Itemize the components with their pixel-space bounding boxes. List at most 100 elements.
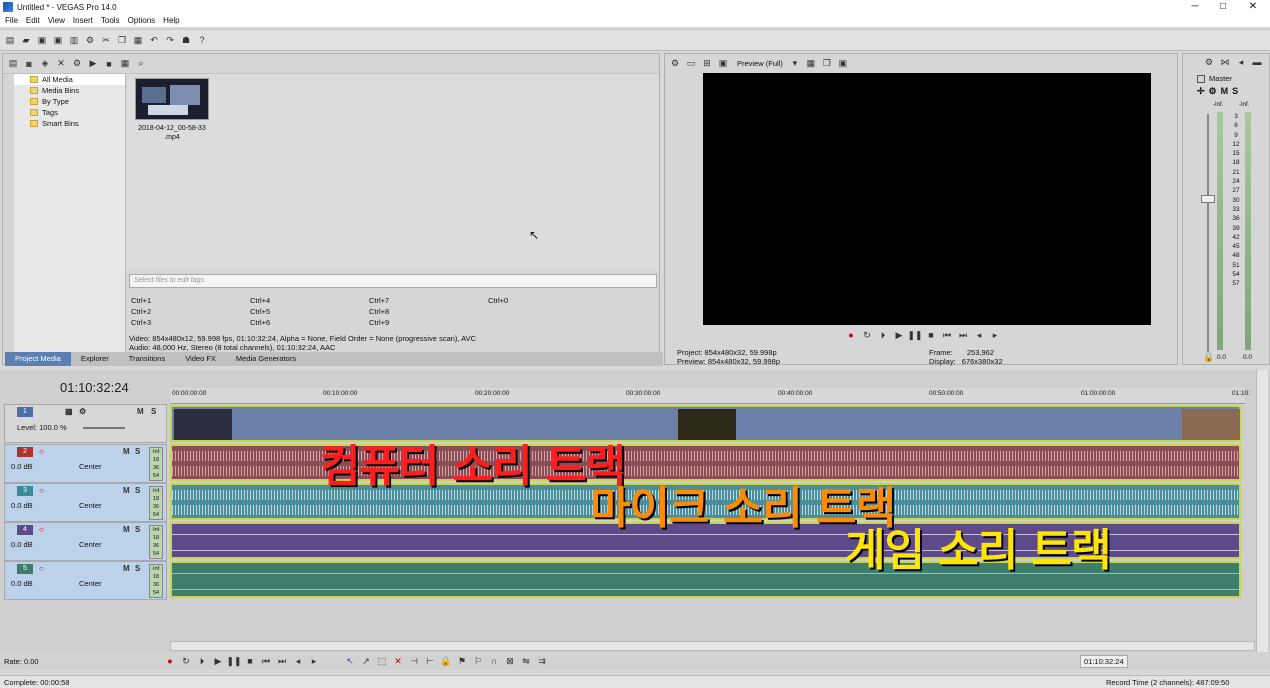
get-media-icon[interactable]: ◈ xyxy=(39,58,51,70)
pause-icon[interactable]: ❚❚ xyxy=(907,329,922,341)
stop-media-icon[interactable]: ■ xyxy=(103,58,115,70)
mute-button[interactable]: M xyxy=(123,564,130,573)
next-frame-icon[interactable]: ▸ xyxy=(989,329,1001,341)
master-fx-icon2[interactable]: ✢ xyxy=(1197,86,1205,97)
menu-tools[interactable]: Tools xyxy=(101,16,120,25)
close-button[interactable]: ✕ xyxy=(1238,0,1268,14)
render-icon[interactable]: ▥ xyxy=(68,34,80,46)
split-screen-icon[interactable]: ⊞ xyxy=(701,57,713,69)
marker-icon[interactable]: ⚑ xyxy=(456,655,468,667)
end-time-field[interactable]: 01:10:32:24 xyxy=(1080,654,1128,668)
play-from-start-icon[interactable]: ⏵ xyxy=(877,329,889,341)
prev-frame-icon[interactable]: ◂ xyxy=(292,655,304,667)
go-to-end-icon[interactable]: ⏭ xyxy=(276,655,288,667)
go-to-end-icon[interactable]: ⏭ xyxy=(957,329,969,341)
new-icon[interactable]: ▤ xyxy=(4,34,16,46)
external-monitor-icon[interactable]: ▭ xyxy=(685,57,697,69)
audio-track-header-3[interactable]: 3 ○ M S 0.0 dB Center -Inf. 18 36 54 xyxy=(4,483,167,522)
stop-icon[interactable]: ■ xyxy=(925,329,937,341)
selection-tool-icon[interactable]: ⬚ xyxy=(376,655,388,667)
solo-button[interactable]: S xyxy=(151,407,156,416)
audio-track-header-5[interactable]: 5 ○ M S 0.0 dB Center -Inf. 18 36 54 xyxy=(4,561,167,600)
pause-icon[interactable]: ❚❚ xyxy=(226,655,241,667)
menu-options[interactable]: Options xyxy=(128,16,156,25)
play-icon[interactable]: ▶ xyxy=(212,655,224,667)
video-track-header[interactable]: 1 ▦ ⚙ M S Level: 100.0 % xyxy=(4,404,167,443)
solo-button[interactable]: S xyxy=(135,525,140,534)
stop-icon[interactable]: ■ xyxy=(244,655,256,667)
tab-media-generators[interactable]: Media Generators xyxy=(226,352,306,366)
redo-icon[interactable]: ↷ xyxy=(164,34,176,46)
master-mute-icon[interactable]: ▬ xyxy=(1251,56,1263,68)
mute-button[interactable]: M xyxy=(137,407,144,416)
normal-edit-tool-icon[interactable]: ↖ xyxy=(344,655,356,667)
master-fx-icon[interactable]: ⋈ xyxy=(1219,56,1231,68)
arm-record-icon[interactable]: ○ xyxy=(39,447,44,456)
trim-icon[interactable]: ⊣ xyxy=(408,655,420,667)
play-media-icon[interactable]: ▶ xyxy=(87,58,99,70)
preview-settings-icon[interactable]: ⚙ xyxy=(669,57,681,69)
save-as-icon[interactable]: ▣ xyxy=(52,34,64,46)
tree-smart-bins[interactable]: Smart Bins xyxy=(14,118,125,129)
solo-button[interactable]: S xyxy=(135,486,140,495)
audio-track-header-4[interactable]: 4 ○ M S 0.0 dB Center -Inf. 18 36 54 xyxy=(4,522,167,561)
tree-by-type[interactable]: By Type xyxy=(14,96,125,107)
tab-video-fx[interactable]: Video FX xyxy=(175,352,226,366)
grid-icon[interactable]: ▦ xyxy=(805,57,817,69)
master-fader-handle[interactable] xyxy=(1201,195,1215,203)
master-dim-icon[interactable]: ◂ xyxy=(1235,56,1247,68)
media-fx-icon[interactable]: ⚙ xyxy=(71,58,83,70)
paste-icon[interactable]: ▦ xyxy=(132,34,144,46)
mute-button[interactable]: M xyxy=(123,447,130,456)
tree-tags[interactable]: Tags xyxy=(14,107,125,118)
master-gear-icon[interactable]: ⚙ xyxy=(1209,86,1217,97)
lock-icon[interactable]: 🔒 xyxy=(440,655,452,667)
next-frame-icon[interactable]: ▸ xyxy=(308,655,320,667)
save-icon[interactable]: ▣ xyxy=(36,34,48,46)
maximize-button[interactable]: □ xyxy=(1208,0,1238,14)
mute-button[interactable]: M xyxy=(123,525,130,534)
cut-icon[interactable]: ✂ xyxy=(100,34,112,46)
loop-icon[interactable]: ↻ xyxy=(180,655,192,667)
overlay-icon[interactable]: ▣ xyxy=(717,57,729,69)
tags-input[interactable]: Select files to edit tags xyxy=(129,274,657,288)
split-icon[interactable]: ⊢ xyxy=(424,655,436,667)
record-icon[interactable]: ● xyxy=(164,655,176,667)
menu-view[interactable]: View xyxy=(48,16,65,25)
lock-icon[interactable]: 🔒 xyxy=(1203,352,1214,363)
timeline-horizontal-scrollbar[interactable] xyxy=(170,641,1255,651)
track-motion-icon[interactable]: ▦ xyxy=(65,407,73,416)
media-thumbnail[interactable] xyxy=(135,78,209,120)
record-icon[interactable]: ● xyxy=(845,329,857,341)
master-checkbox[interactable] xyxy=(1197,74,1205,83)
menu-insert[interactable]: Insert xyxy=(73,16,93,25)
track-fx-icon[interactable]: ⚙ xyxy=(79,407,86,416)
import-media-icon[interactable]: ▤ xyxy=(7,58,19,70)
mute-button[interactable]: M xyxy=(123,486,130,495)
ripple-icon[interactable]: ⇋ xyxy=(520,655,532,667)
envelope-tool-icon[interactable]: ↗ xyxy=(360,655,372,667)
go-to-start-icon[interactable]: ⏮ xyxy=(260,655,272,667)
go-to-start-icon[interactable]: ⏮ xyxy=(941,329,953,341)
properties-icon[interactable]: ⚙ xyxy=(84,34,96,46)
master-settings-icon[interactable]: ⚙ xyxy=(1203,56,1215,68)
solo-button[interactable]: S xyxy=(135,564,140,573)
menu-edit[interactable]: Edit xyxy=(26,16,40,25)
master-solo-button[interactable]: S xyxy=(1232,86,1238,97)
tab-explorer[interactable]: Explorer xyxy=(71,352,119,366)
minimize-button[interactable]: ─ xyxy=(1180,0,1210,14)
solo-button[interactable]: S xyxy=(135,447,140,456)
tab-project-media[interactable]: Project Media xyxy=(5,352,71,366)
copy-icon[interactable]: ❐ xyxy=(116,34,128,46)
help-icon[interactable]: ? xyxy=(196,34,208,46)
lock-envelope-icon[interactable]: ⇉ xyxy=(536,655,548,667)
auto-crossfade-icon[interactable]: ⊠ xyxy=(504,655,516,667)
loop-icon[interactable]: ↻ xyxy=(861,329,873,341)
master-mute-button[interactable]: M xyxy=(1221,86,1229,97)
menu-help[interactable]: Help xyxy=(163,16,179,25)
menu-file[interactable]: File xyxy=(5,16,18,25)
play-from-start-icon[interactable]: ⏵ xyxy=(196,655,208,667)
delete-icon[interactable]: ✕ xyxy=(392,655,404,667)
open-icon[interactable]: ▰ xyxy=(20,34,32,46)
search-icon[interactable]: ⌕ xyxy=(135,58,147,70)
